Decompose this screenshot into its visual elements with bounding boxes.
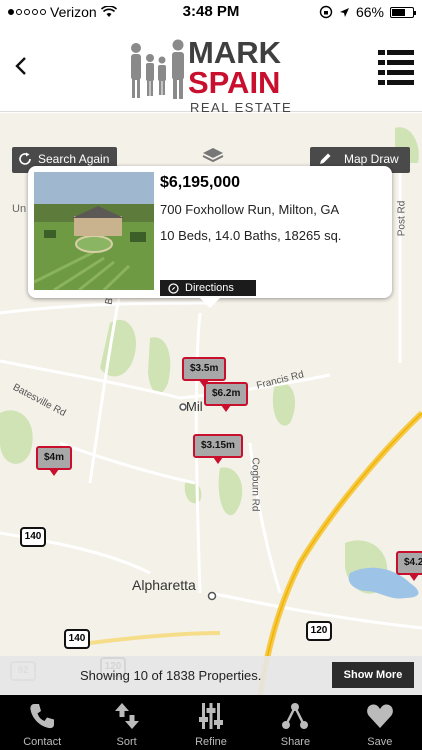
tab-label: Refine [195,736,227,748]
family-silhouette-icon [131,39,184,99]
price-pin[interactable]: $3.5m [182,357,227,387]
tab-label: Contact [23,736,62,748]
road-label-cogburn: Cogburn Rd [249,457,261,512]
listing-price: $6,195,000 [160,174,241,191]
phone-icon [30,704,55,729]
price-pin[interactable]: $6.2m [204,382,249,412]
bottom-tab-bar: Contact Sort Refine Share Save [0,695,422,750]
tab-sort[interactable]: Sort [84,695,168,750]
directions-button[interactable]: Directions [160,280,256,296]
tab-label: Save [367,736,393,748]
chevron-left-icon [15,57,26,75]
tab-refine[interactable]: Refine [169,695,253,750]
logo-spain-text: SPAIN [188,65,281,100]
list-menu-icon [378,50,414,85]
results-count: Showing 10 of 1838 Properties. [80,668,262,683]
listing-details: 10 Beds, 14.0 Baths, 18265 sq. [160,228,342,243]
tab-share[interactable]: Share [253,695,337,750]
location-arrow-icon [339,7,349,17]
sort-icon [114,703,139,729]
menu-button[interactable] [378,48,414,88]
results-bar: Showing 10 of 1838 Properties. Show More [0,656,422,695]
layers-icon[interactable] [202,147,224,165]
price-pin[interactable]: $3.15m [193,434,243,464]
heart-icon [366,704,393,728]
map-view[interactable]: Un Mil Alpharetta Batesville Rd Francis … [0,113,422,695]
sliders-icon [199,703,224,729]
battery-percent: 66% [355,4,384,20]
refresh-icon [19,152,31,165]
listing-popup[interactable]: $6,195,000 700 Foxhollow Run, Milton, GA… [28,166,392,308]
back-button[interactable] [14,54,38,82]
pencil-icon [320,153,331,164]
tab-label: Sort [116,736,137,748]
app-header: MARK SPAIN REAL ESTATE [0,24,422,115]
price-pin[interactable]: $4m [36,446,73,476]
place-label-milton: Mil [186,399,203,414]
tab-label: Share [280,736,311,748]
estate-photo-image [34,172,154,290]
listing-address: 700 Foxhollow Run, Milton, GA [160,202,340,217]
mark-spain-logo: MARK SPAIN REAL ESTATE [126,34,302,115]
tab-contact[interactable]: Contact [0,695,84,750]
compass-icon [168,282,179,294]
price-pin[interactable]: $4.2 [396,551,422,581]
listing-photo[interactable] [34,172,154,290]
share-icon [282,703,309,729]
route-shield: 140 [20,527,46,547]
logo-mark-text: MARK [188,35,281,70]
place-label-un: Un [12,203,27,215]
road-label-post: Post Rd [396,200,408,237]
battery-icon [390,6,416,18]
status-bar: Verizon 3:48 PM 66% [0,0,422,24]
route-shield: 140 [64,629,90,649]
tab-save[interactable]: Save [338,695,422,750]
show-more-button[interactable]: Show More [332,662,414,688]
place-label-alpharetta: Alpharetta [132,577,196,593]
rotation-lock-icon [319,5,333,19]
directions-label: Directions [185,282,234,294]
route-shield: 120 [306,621,332,641]
